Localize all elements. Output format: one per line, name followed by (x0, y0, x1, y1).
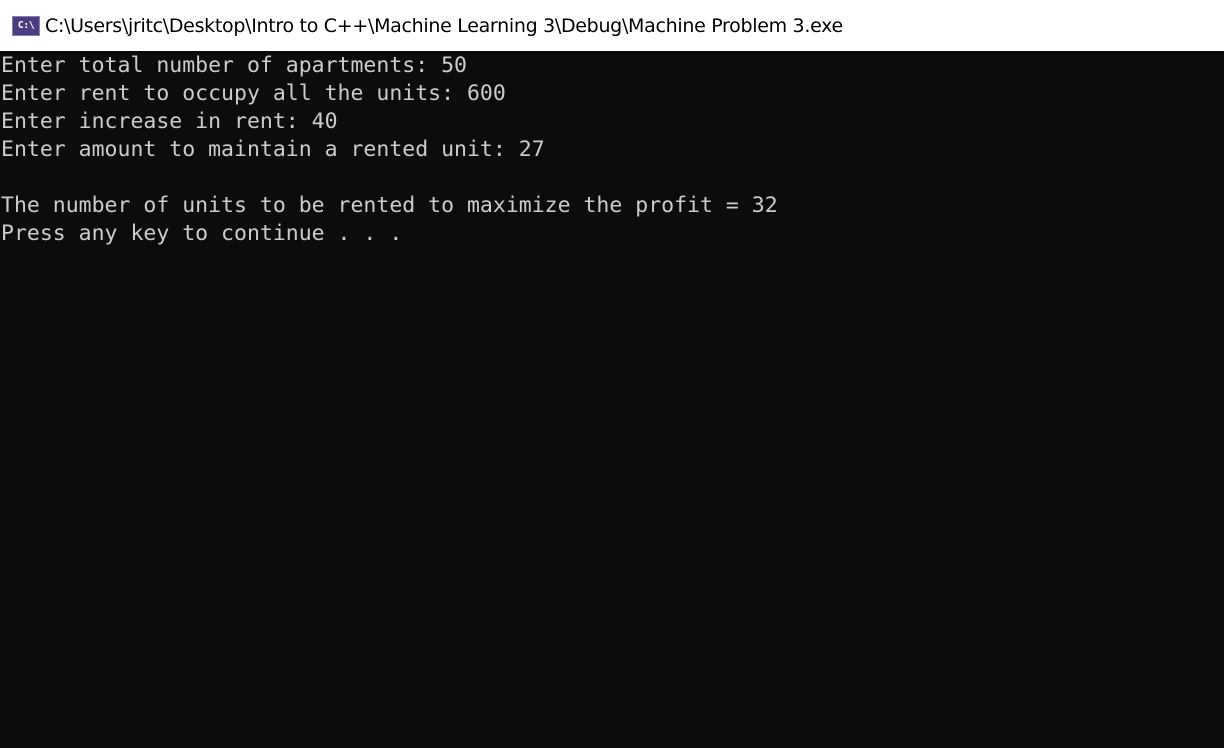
console-line: The number of units to be rented to maxi… (1, 193, 778, 218)
console-output[interactable]: Enter total number of apartments: 50 Ent… (0, 51, 1224, 748)
title-bar[interactable]: C:\ C:\Users\jritc\Desktop\Intro to C++\… (0, 0, 1224, 51)
window-title: C:\Users\jritc\Desktop\Intro to C++\Mach… (45, 14, 843, 37)
console-line: Press any key to continue . . . (1, 221, 403, 246)
console-line: Enter rent to occupy all the units: 600 (1, 81, 506, 106)
console-line: Enter increase in rent: 40 (1, 109, 338, 134)
console-line: Enter total number of apartments: 50 (1, 53, 467, 78)
console-window: C:\ C:\Users\jritc\Desktop\Intro to C++\… (0, 0, 1224, 748)
console-line: Enter amount to maintain a rented unit: … (1, 137, 545, 162)
console-app-icon: C:\ (12, 15, 40, 36)
